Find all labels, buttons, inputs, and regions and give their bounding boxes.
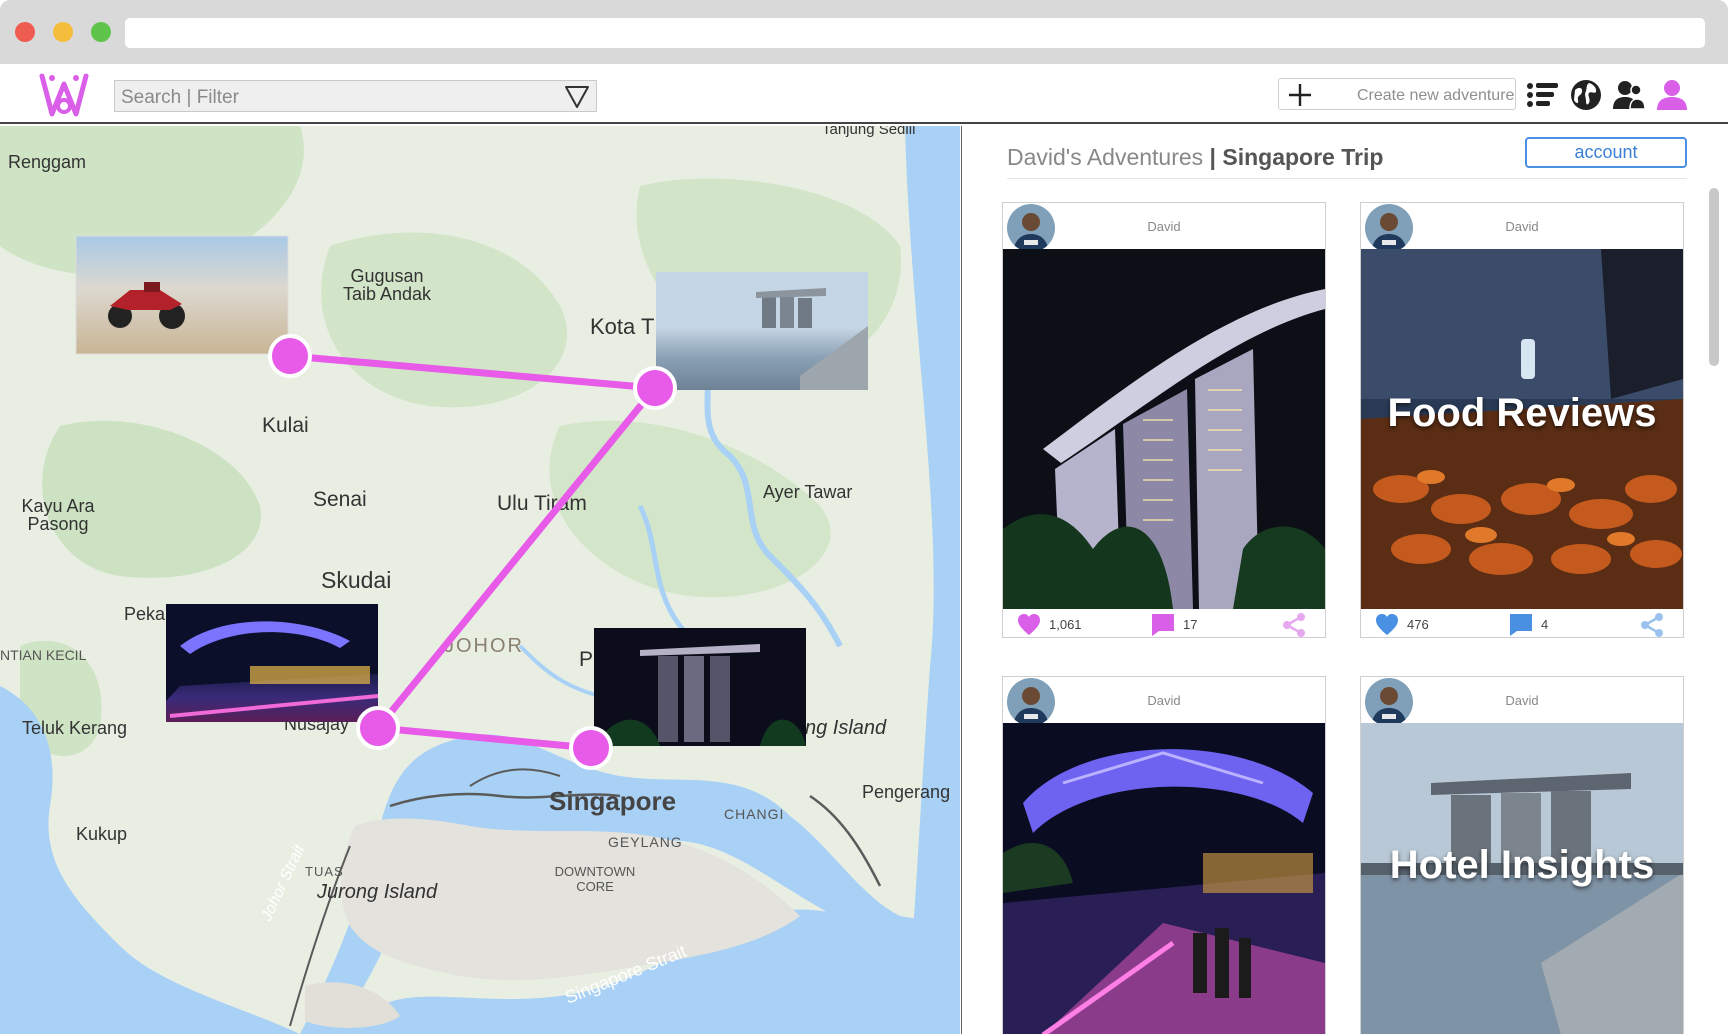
create-adventure-label: Create new adventure — [1357, 87, 1515, 104]
map-label-ng-island: ng Island — [805, 717, 887, 739]
card-header: David — [1361, 203, 1683, 252]
profile-icon[interactable] — [1655, 78, 1689, 112]
app-logo-icon[interactable] — [38, 70, 90, 120]
map-label-ulu-tiram: Ulu Tiram — [497, 492, 587, 515]
map-label-kulai: Kulai — [262, 414, 309, 437]
map-label-skudai: Skudai — [321, 567, 391, 593]
map-label-senai: Senai — [313, 488, 367, 511]
post-card[interactable]: David Hotel Insights — [1360, 676, 1684, 1034]
post-photo[interactable]: Food Reviews — [1361, 249, 1683, 609]
owner-title[interactable]: David's Adventures — [1007, 144, 1203, 170]
card-header: David — [1003, 677, 1325, 726]
map-label-kayu-ara: Kayu Ara Pasong — [21, 496, 95, 534]
map-label-tanjung: Tanjung Sedili — [822, 126, 915, 138]
map-photo-marina-day[interactable] — [656, 272, 868, 390]
map-label-ayer-tawar: Ayer Tawar — [763, 482, 852, 502]
search-input[interactable]: Search | Filter — [114, 80, 597, 112]
map-label-kukup: Kukup — [76, 824, 127, 844]
card-username[interactable]: David — [1361, 693, 1683, 708]
create-adventure-button[interactable]: Create new adventure — [1278, 78, 1516, 110]
map-canvas: Renggam Gugusan Taib Andak Kota T Kulai S… — [0, 126, 960, 1034]
browser-window: Search | Filter Create new adventure Ren… — [0, 0, 1728, 1034]
card-actions: 476 4 — [1361, 610, 1683, 638]
trip-title: Singapore Trip — [1222, 144, 1384, 170]
comment-count: 17 — [1183, 617, 1198, 632]
map-photo-clarke-quay[interactable] — [166, 604, 379, 722]
like-count: 476 — [1407, 617, 1429, 632]
account-button[interactable]: account — [1525, 137, 1687, 168]
comment-icon[interactable] — [1151, 613, 1175, 637]
map-photo-marina-night[interactable] — [594, 628, 806, 746]
map-label-geylang: GEYLANG — [608, 834, 683, 850]
comment-count: 4 — [1541, 617, 1549, 632]
card-username[interactable]: David — [1003, 219, 1325, 234]
post-card[interactable]: David — [1002, 676, 1326, 1034]
card-header: David — [1003, 203, 1325, 252]
friends-icon[interactable] — [1612, 78, 1646, 112]
app-header: Search | Filter Create new adventure — [0, 64, 1728, 124]
map-label-johor: JOHOR — [444, 635, 524, 657]
card-header: David — [1361, 677, 1683, 726]
scrollbar-thumb[interactable] — [1709, 188, 1719, 366]
share-icon[interactable] — [1640, 613, 1664, 637]
adventure-map[interactable]: Renggam Gugusan Taib Andak Kota T Kulai S… — [0, 126, 960, 1034]
map-label-kota: Kota T — [590, 314, 654, 339]
title-separator: | — [1203, 144, 1223, 170]
map-label-jurong-island: Jurong Island — [316, 881, 438, 903]
route-stop-2[interactable] — [633, 366, 677, 410]
post-photo[interactable]: Hotel Insights — [1361, 723, 1683, 1034]
like-heart-icon[interactable] — [1375, 613, 1399, 637]
list-icon[interactable] — [1526, 78, 1560, 112]
route-stop-1[interactable] — [268, 334, 312, 378]
card-username[interactable]: David — [1003, 693, 1325, 708]
page-title: David's Adventures | Singapore Trip — [1007, 144, 1383, 171]
map-label-singapore: Singapore — [549, 786, 676, 816]
plus-icon — [1289, 84, 1311, 106]
category-overlay: Hotel Insights — [1389, 843, 1655, 887]
post-photo[interactable] — [1003, 249, 1325, 609]
map-label-peka: Peka — [124, 604, 166, 624]
card-username[interactable]: David — [1361, 219, 1683, 234]
search-placeholder: Search | Filter — [121, 87, 239, 108]
maximize-window-button[interactable] — [91, 22, 111, 42]
like-count: 1,061 — [1049, 617, 1082, 632]
map-label-ntian-kecil: NTIAN KECIL — [0, 647, 87, 663]
share-icon[interactable] — [1282, 613, 1306, 637]
adventure-panel: David's Adventures | Singapore Trip acco… — [961, 126, 1728, 1034]
card-actions: 1,061 17 — [1003, 610, 1325, 638]
post-card[interactable]: David 1,061 17 — [1002, 202, 1326, 638]
route-stop-4[interactable] — [569, 726, 613, 770]
category-overlay: Food Reviews — [1387, 391, 1657, 435]
map-label-gugusan: Gugusan Taib Andak — [343, 266, 432, 304]
address-bar[interactable] — [125, 18, 1705, 48]
globe-icon[interactable] — [1569, 78, 1603, 112]
map-label-tuas: TUAS — [305, 864, 344, 879]
close-window-button[interactable] — [15, 22, 35, 42]
map-label-pengerang: Pengerang — [862, 782, 950, 802]
like-heart-icon[interactable] — [1017, 613, 1041, 637]
post-card[interactable]: David Food Reviews 476 4 — [1360, 202, 1684, 638]
map-photo-atv[interactable] — [75, 235, 289, 355]
map-label-teluk-kerang: Teluk Kerang — [22, 718, 127, 738]
route-stop-3[interactable] — [356, 706, 400, 750]
minimize-window-button[interactable] — [53, 22, 73, 42]
map-label-changi: CHANGI — [724, 806, 784, 822]
title-bar — [0, 0, 1728, 64]
post-photo[interactable] — [1003, 723, 1325, 1034]
map-label-p: P — [579, 648, 593, 671]
header-divider — [1007, 178, 1687, 179]
map-label-renggam: Renggam — [8, 152, 86, 172]
comment-icon[interactable] — [1509, 613, 1533, 637]
filter-icon[interactable] — [564, 84, 590, 110]
